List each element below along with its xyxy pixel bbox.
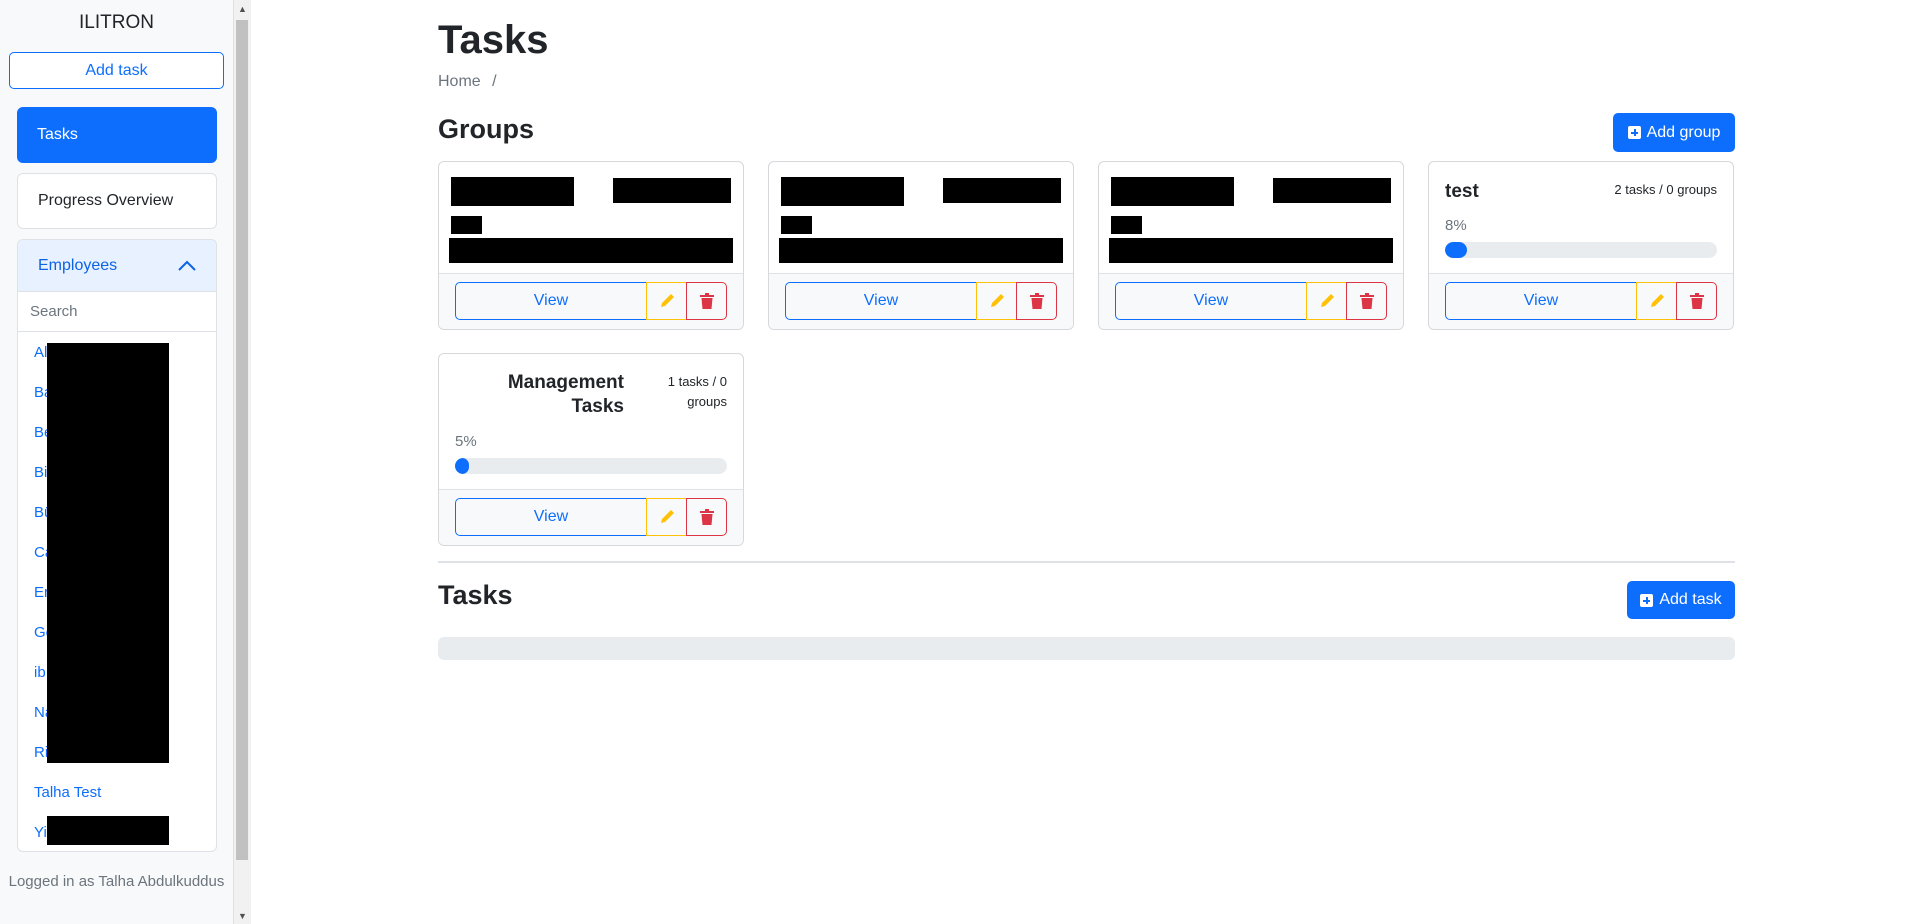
group-card-management-tasks: Management Tasks 1 tasks / 0 groups 5% V… — [438, 353, 744, 546]
pencil-icon — [660, 294, 674, 307]
redaction-block — [779, 238, 1063, 263]
scroll-up-arrow-icon[interactable]: ▲ — [234, 0, 251, 17]
redaction-block — [1111, 177, 1234, 206]
delete-group-button[interactable] — [686, 498, 727, 536]
redaction-block — [943, 178, 1061, 203]
delete-group-button[interactable] — [1016, 282, 1057, 320]
group-progress — [455, 458, 727, 474]
edit-group-button[interactable] — [976, 282, 1017, 320]
progress-bar-fill — [455, 458, 469, 474]
tasks-placeholder-bar — [438, 637, 1735, 660]
redaction-block — [47, 816, 169, 845]
edit-group-button[interactable] — [1306, 282, 1347, 320]
plus-square-icon — [1627, 126, 1641, 139]
breadcrumb: Home / — [438, 73, 497, 91]
breadcrumb-separator: / — [492, 73, 497, 90]
add-task-label: Add task — [1659, 591, 1722, 608]
group-card: View — [768, 161, 1074, 330]
group-card: View — [1098, 161, 1404, 330]
page-title: Tasks — [438, 18, 549, 62]
delete-group-button[interactable] — [1346, 282, 1387, 320]
delete-group-button[interactable] — [686, 282, 727, 320]
redaction-block — [1111, 216, 1142, 234]
redaction-block — [1109, 238, 1393, 263]
pencil-icon — [1320, 294, 1334, 307]
edit-group-button[interactable] — [646, 282, 687, 320]
group-meta: 2 tasks / 0 groups — [1614, 182, 1717, 197]
sidebar-item-progress-overview[interactable]: Progress Overview — [17, 173, 217, 229]
redaction-block — [781, 216, 812, 234]
delete-group-button[interactable] — [1676, 282, 1717, 320]
sidebar: ILITRON Add task Tasks Progress Overview… — [0, 0, 233, 924]
scroll-down-arrow-icon[interactable]: ▼ — [234, 907, 251, 924]
pencil-icon — [1650, 294, 1664, 307]
progress-bar-fill — [1445, 242, 1467, 258]
pencil-icon — [990, 294, 1004, 307]
view-group-button[interactable]: View — [1445, 282, 1637, 320]
group-percent: 5% — [455, 433, 477, 450]
logged-in-status: Logged in as Talha Abdulkuddus — [8, 873, 225, 890]
edit-group-button[interactable] — [1636, 282, 1677, 320]
redaction-block — [449, 238, 733, 263]
chevron-up-icon — [178, 260, 196, 271]
redaction-block — [451, 216, 482, 234]
view-group-button[interactable]: View — [1115, 282, 1307, 320]
card-footer: View — [1429, 273, 1733, 329]
group-title: test — [1445, 181, 1479, 202]
trash-icon — [1359, 293, 1374, 309]
card-footer: View — [439, 273, 743, 329]
view-group-button[interactable]: View — [785, 282, 977, 320]
sidebar-add-task-button[interactable]: Add task — [9, 52, 224, 89]
tasks-heading: Tasks — [438, 580, 513, 610]
scrollbar-thumb[interactable] — [236, 20, 248, 860]
add-group-label: Add group — [1646, 123, 1721, 141]
plus-square-icon — [1640, 593, 1654, 607]
redaction-block — [613, 178, 731, 203]
redaction-block — [47, 343, 169, 763]
groups-heading: Groups — [438, 114, 535, 144]
group-card: View — [438, 161, 744, 330]
group-title: Management Tasks — [507, 372, 624, 417]
group-progress — [1445, 242, 1717, 258]
trash-icon — [699, 509, 714, 525]
redaction-block — [781, 177, 904, 206]
group-percent: 8% — [1445, 217, 1467, 234]
card-footer: View — [769, 273, 1073, 329]
main-content: Tasks Home / Groups Add group View View … — [438, 0, 1735, 924]
view-group-button[interactable]: View — [455, 282, 647, 320]
trash-icon — [1029, 293, 1044, 309]
redaction-block — [1273, 178, 1391, 203]
section-divider — [438, 561, 1735, 563]
employee-search-input[interactable] — [18, 292, 216, 332]
trash-icon — [1689, 293, 1704, 309]
redaction-block — [451, 177, 574, 206]
add-group-button[interactable]: Add group — [1613, 113, 1735, 152]
trash-icon — [699, 293, 714, 309]
sidebar-scrollbar[interactable]: ▲ ▼ — [233, 0, 251, 924]
brand-title: ILITRON — [79, 12, 154, 33]
employees-header-label: Employees — [38, 256, 118, 274]
edit-group-button[interactable] — [646, 498, 687, 536]
pencil-icon — [660, 510, 674, 523]
sidebar-item-tasks[interactable]: Tasks — [17, 107, 217, 163]
card-footer: View — [1099, 273, 1403, 329]
group-card-test: test 2 tasks / 0 groups 8% View — [1428, 161, 1734, 330]
add-task-button[interactable]: Add task — [1627, 581, 1735, 619]
group-meta: 1 tasks / 0 groups — [667, 374, 727, 409]
view-group-button[interactable]: View — [455, 498, 647, 536]
breadcrumb-home[interactable]: Home — [438, 73, 481, 90]
employees-accordion-header[interactable]: Employees — [18, 240, 216, 292]
card-footer: View — [439, 489, 743, 545]
employee-item[interactable]: Talha Test — [18, 772, 216, 812]
